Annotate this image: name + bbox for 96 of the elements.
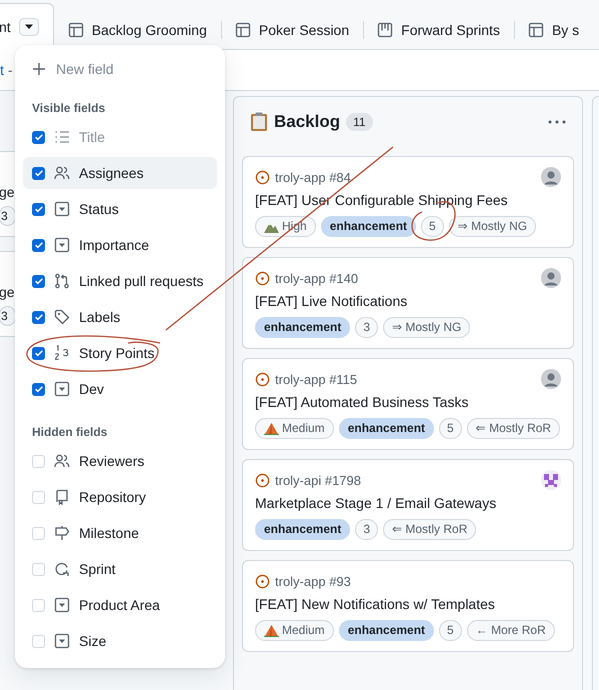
- section-heading: Hidden fields: [31, 424, 108, 441]
- view-tab[interactable]: nt: [0, 3, 54, 50]
- field-option[interactable]: Importance: [23, 229, 217, 261]
- label-tag: enhancement: [338, 620, 434, 641]
- label-tag: enhancement: [255, 519, 350, 540]
- label-tag: enhancement: [320, 216, 416, 237]
- field-option[interactable]: Dev: [23, 373, 217, 405]
- dev-tag: ← More RoR: [466, 620, 555, 641]
- issue-reference: troly-app #84: [275, 170, 351, 184]
- avatar-icon: [541, 167, 561, 187]
- more-icon[interactable]: [548, 120, 566, 124]
- field-option[interactable]: Repository: [23, 481, 217, 513]
- points-tag: 5: [421, 216, 444, 237]
- field-option[interactable]: Size: [23, 625, 217, 657]
- issue-card[interactable]: troly-app #140 [FEAT] Live Notifications enhancement 3 ⇒ Mostly NG: [242, 257, 574, 349]
- checkbox[interactable]: [32, 382, 45, 396]
- dropdown-field-icon: [54, 237, 70, 253]
- issue-reference: troly-app #115: [275, 372, 358, 386]
- checkbox[interactable]: [32, 166, 45, 180]
- issue-title[interactable]: [FEAT] Live Notifications: [255, 293, 561, 309]
- points-tag: 3: [0, 306, 16, 326]
- issue-card[interactable]: troly-api #1798 Marketplace Stage 1 / Email Gateways enhancement 3 ⇐ Mostly RoR: [242, 459, 574, 551]
- column-title: Backlog: [274, 112, 340, 132]
- points-tag: 5: [439, 620, 462, 641]
- points-tag: 3: [355, 317, 378, 338]
- avatar-icon: [541, 268, 561, 288]
- open-issue-icon: [255, 472, 270, 488]
- table-icon: [234, 22, 251, 38]
- dev-tag: ⇒ Mostly NG: [448, 216, 536, 237]
- avatar-icon: [541, 470, 561, 490]
- open-issue-icon: [255, 270, 270, 286]
- dev-tag: ⇐ Mostly RoR: [383, 519, 476, 540]
- field-option[interactable]: Reviewers: [23, 445, 217, 477]
- dropdown-field-icon: [54, 633, 70, 649]
- view-tab[interactable]: Poker Session: [220, 11, 364, 49]
- tag-icon: [54, 309, 70, 325]
- dropdown-field-icon: [54, 597, 70, 613]
- field-option[interactable]: Milestone: [23, 517, 217, 549]
- open-issue-icon: [255, 170, 270, 184]
- priority-tag: Medium: [255, 620, 334, 641]
- checkbox[interactable]: [32, 274, 45, 288]
- count-badge: 11: [346, 113, 373, 131]
- label-tag: enhancement: [338, 418, 434, 439]
- avatar-icon: [541, 369, 561, 389]
- points-tag: 5: [439, 418, 462, 439]
- priority-tag: Medium: [255, 418, 334, 439]
- view-tab[interactable]: By s: [514, 11, 594, 49]
- checkbox[interactable]: [32, 310, 45, 324]
- signpost-icon: [54, 525, 70, 541]
- view-tab[interactable]: Forward Sprints: [363, 11, 514, 49]
- plus-icon: [32, 62, 46, 76]
- field-option[interactable]: Assignees: [23, 157, 217, 189]
- people-icon: [54, 165, 70, 181]
- field-option[interactable]: Linked pull requests: [23, 265, 217, 297]
- dev-tag: ⇒ Mostly NG: [383, 317, 470, 338]
- tent-icon: [264, 624, 279, 637]
- tent-icon: [264, 422, 279, 435]
- table-icon: [528, 22, 544, 38]
- mountain-icon: [264, 220, 279, 233]
- issue-title[interactable]: Marketplace Stage 1 / Email Gateways: [255, 495, 561, 511]
- repository-icon: [54, 489, 70, 505]
- points-tag: 3: [355, 519, 378, 540]
- field-option[interactable]: Product Area: [23, 589, 217, 621]
- view-tab[interactable]: Backlog Grooming: [54, 11, 221, 49]
- board-icon: [377, 22, 394, 38]
- open-issue-icon: [255, 574, 270, 588]
- label-tag: enhancement: [255, 317, 350, 338]
- issue-card[interactable]: troly-app #115 [FEAT] Automated Business Tasks Medium enhancement 5 ⇐ Mostly RoR: [242, 358, 574, 450]
- section-heading: Visible fields: [31, 100, 106, 117]
- filter-link[interactable]: t: [0, 62, 4, 78]
- issue-reference: troly-app #93: [275, 574, 351, 588]
- field-option[interactable]: Status: [23, 193, 217, 225]
- clipboard-icon: [250, 112, 268, 132]
- dev-tag: ⇐ Mostly RoR: [466, 418, 560, 439]
- field-option[interactable]: Story Points: [23, 337, 217, 369]
- people-icon: [54, 453, 70, 469]
- issue-reference: troly-api #1798: [275, 472, 361, 488]
- dropdown-field-icon: [54, 201, 70, 217]
- issue-card[interactable]: troly-app #93 [FEAT] New Notifications w/ Templates Medium enhancement 5 ← More RoR: [242, 560, 574, 652]
- list-icon: [54, 129, 70, 145]
- dropdown-field-icon: [54, 381, 70, 397]
- issue-title[interactable]: [FEAT] Automated Business Tasks: [255, 394, 561, 410]
- field-option[interactable]: Sprint: [23, 553, 217, 585]
- checkbox[interactable]: [32, 202, 45, 216]
- iteration-icon: [54, 561, 70, 577]
- table-icon: [68, 22, 84, 38]
- field-option[interactable]: Labels: [23, 301, 217, 333]
- number-icon: [54, 345, 70, 361]
- open-issue-icon: [255, 372, 270, 386]
- points-tag: 3: [0, 206, 16, 226]
- issue-title[interactable]: [FEAT] New Notifications w/ Templates: [255, 596, 561, 612]
- separator-text: -: [8, 62, 13, 78]
- checkbox[interactable]: [32, 346, 45, 360]
- pull-request-icon: [54, 273, 70, 289]
- checkbox[interactable]: [32, 238, 45, 252]
- issue-reference: troly-app #140: [275, 270, 358, 286]
